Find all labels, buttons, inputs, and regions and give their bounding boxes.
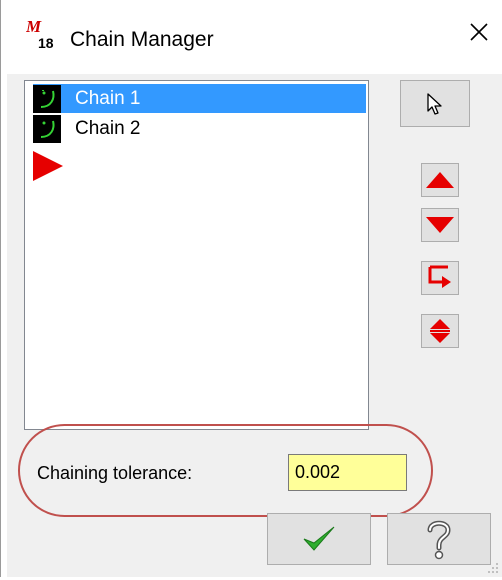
chain-label: Chain 1 [75, 87, 141, 109]
title-bar[interactable]: M 18 Chain Manager [2, 0, 502, 74]
end-marker-icon [33, 151, 63, 181]
reverse-icon [428, 265, 451, 288]
chaining-tolerance-label: Chaining tolerance: [37, 463, 193, 483]
resize-grip-icon[interactable] [486, 561, 500, 575]
svg-text:18: 18 [38, 35, 54, 50]
reverse-button[interactable] [421, 261, 459, 295]
chaining-tolerance-input[interactable] [288, 454, 407, 491]
arrow-down-icon [426, 217, 454, 233]
chain-manager-window: M 18 Chain Manager Chain 1 Chain 2 Chain… [0, 0, 502, 577]
chain-thumbnail-icon [33, 114, 61, 143]
ok-button[interactable] [267, 513, 371, 565]
help-button[interactable] [387, 513, 491, 565]
close-icon [470, 23, 488, 41]
chain-list[interactable]: Chain 1 Chain 2 [24, 80, 369, 430]
select-pointer-icon [427, 92, 442, 115]
arrow-up-icon [426, 172, 454, 188]
window-title: Chain Manager [70, 28, 214, 51]
chain-thumbnail-icon [33, 84, 61, 113]
checkmark-icon [303, 526, 335, 551]
list-item[interactable]: Chain 1 [33, 84, 366, 113]
toggle-direction-button[interactable] [421, 314, 459, 348]
move-up-button[interactable] [421, 163, 459, 197]
svg-text:M: M [26, 17, 42, 36]
close-button[interactable] [456, 12, 502, 52]
move-down-button[interactable] [421, 208, 459, 242]
help-icon [427, 520, 451, 560]
flip-icon [430, 319, 450, 343]
chain-label: Chain 2 [75, 117, 141, 139]
list-item[interactable]: Chain 2 [33, 114, 366, 143]
mastercam-icon: M 18 [25, 16, 58, 51]
select-button[interactable] [400, 80, 470, 127]
